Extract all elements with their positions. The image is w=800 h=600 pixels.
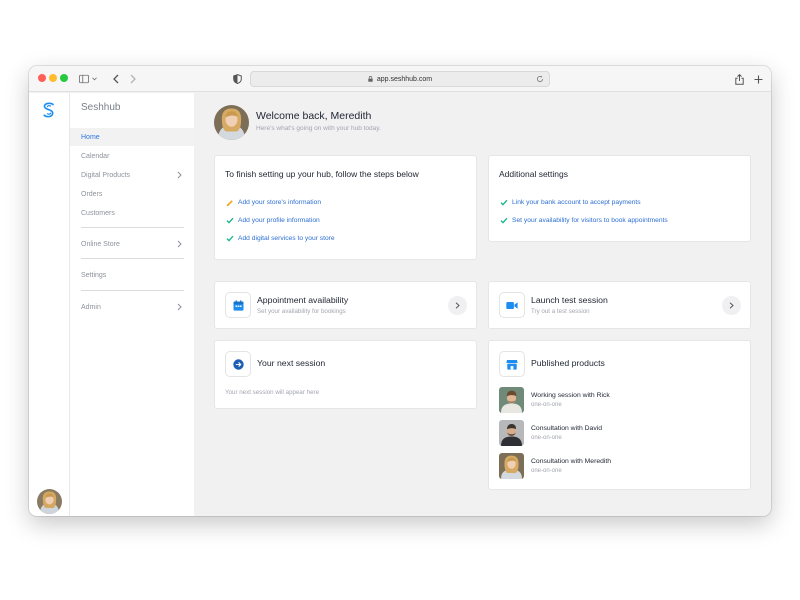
next-session-title: Your next session xyxy=(257,358,326,368)
chevron-right-icon xyxy=(729,302,734,309)
additional-card-title: Additional settings xyxy=(499,169,568,179)
chevron-right-icon xyxy=(455,302,460,309)
setup-step-profile-info[interactable]: Add your profile information xyxy=(225,216,320,225)
setup-step-digital-services[interactable]: Add digital services to your store xyxy=(225,234,335,243)
published-products-card: Published products Working session with … xyxy=(488,340,751,490)
close-window-button[interactable] xyxy=(38,74,46,82)
sidebar-item-digital-products[interactable]: Digital Products xyxy=(70,166,194,184)
setup-step-label: Add digital services to your store xyxy=(238,235,335,242)
browser-titlebar: app.seshhub.com xyxy=(29,66,771,92)
sidebar: Seshhub Home Calendar Digital Products O… xyxy=(70,93,194,516)
appointment-availability-card[interactable]: Appointment availability Set your availa… xyxy=(214,281,477,329)
sidebar-divider xyxy=(81,258,184,259)
setup-step-label: Add your profile information xyxy=(238,217,320,224)
sidebar-item-label: Home xyxy=(81,133,100,141)
product-thumbnail xyxy=(499,453,524,479)
appointment-open-button[interactable] xyxy=(448,296,467,315)
chevron-right-icon xyxy=(177,303,182,311)
launch-test-session-card[interactable]: Launch test session Try out a test sessi… xyxy=(488,281,751,329)
product-type: one-on-one xyxy=(531,468,562,474)
next-session-empty-text: Your next session will appear here xyxy=(225,389,320,396)
product-item[interactable]: Consultation with David one-on-one xyxy=(499,420,739,446)
address-bar[interactable]: app.seshhub.com xyxy=(250,71,550,87)
next-session-card: Your next session Your next session will… xyxy=(214,340,477,409)
page-title: Welcome back, Meredith xyxy=(256,110,372,122)
sidebar-item-admin[interactable]: Admin xyxy=(70,298,194,316)
lock-icon xyxy=(368,76,373,82)
product-thumbnail xyxy=(499,387,524,413)
product-item[interactable]: Working session with Rick one-on-one xyxy=(499,387,739,413)
setup-steps-card: To finish setting up your hub, follow th… xyxy=(214,155,477,260)
chevron-right-icon xyxy=(177,240,182,248)
check-icon xyxy=(499,198,508,207)
new-tab-icon[interactable] xyxy=(752,71,764,87)
setting-label: Link your bank account to accept payment… xyxy=(512,199,641,206)
product-name: Consultation with David xyxy=(531,425,603,432)
forward-arrow-icon[interactable] xyxy=(128,71,138,87)
sidebar-item-calendar[interactable]: Calendar xyxy=(70,147,194,165)
sidebar-item-home[interactable]: Home xyxy=(70,128,194,146)
calendar-icon xyxy=(225,292,251,318)
product-name: Working session with Rick xyxy=(531,392,610,399)
setup-step-label: Add your store's information xyxy=(238,199,322,206)
back-arrow-icon[interactable] xyxy=(111,71,121,87)
icon-rail xyxy=(29,93,70,516)
maximize-window-button[interactable] xyxy=(60,74,68,82)
product-item[interactable]: Consultation with Meredith one-on-one xyxy=(499,453,739,479)
page-subtitle: Here's what's going on with your hub tod… xyxy=(256,125,381,132)
sidebar-item-customers[interactable]: Customers xyxy=(70,204,194,222)
appointment-title: Appointment availability xyxy=(257,295,349,305)
check-icon xyxy=(225,216,234,225)
sidebar-item-label: Orders xyxy=(81,190,103,198)
product-type: one-on-one xyxy=(531,435,562,441)
sidebar-item-settings[interactable]: Settings xyxy=(70,266,194,284)
sidebar-item-label: Online Store xyxy=(81,240,120,248)
user-avatar[interactable] xyxy=(37,489,62,514)
sidebar-item-online-store[interactable]: Online Store xyxy=(70,235,194,253)
setup-step-store-info[interactable]: Add your store's information xyxy=(225,198,321,207)
sidebar-item-orders[interactable]: Orders xyxy=(70,185,194,203)
chevron-right-icon xyxy=(177,171,182,179)
check-icon xyxy=(225,234,234,243)
browser-window: app.seshhub.com Seshhub Home Calendar Di… xyxy=(29,66,771,516)
launch-subtitle: Try out a test session xyxy=(531,308,590,315)
sidebar-toggle-icon[interactable] xyxy=(79,71,97,87)
product-thumbnail xyxy=(499,420,524,446)
launch-open-button[interactable] xyxy=(722,296,741,315)
main-content: Welcome back, Meredith Here's what's goi… xyxy=(194,93,771,516)
sidebar-item-label: Customers xyxy=(81,209,115,217)
additional-settings-card: Additional settings Link your bank accou… xyxy=(488,155,751,242)
minimize-window-button[interactable] xyxy=(49,74,57,82)
sidebar-item-label: Admin xyxy=(81,303,101,311)
product-type: one-on-one xyxy=(531,402,562,408)
brand-name: Seshhub xyxy=(81,102,121,113)
reload-icon[interactable] xyxy=(536,75,544,83)
setting-availability[interactable]: Set your availability for visitors to bo… xyxy=(499,216,668,225)
video-icon xyxy=(499,292,525,318)
sidebar-item-label: Digital Products xyxy=(81,171,131,179)
pencil-icon xyxy=(225,198,234,207)
sidebar-divider xyxy=(81,290,184,291)
sidebar-item-label: Calendar xyxy=(81,152,110,160)
products-title: Published products xyxy=(531,358,605,368)
seshhub-logo-icon[interactable] xyxy=(42,102,56,123)
store-icon xyxy=(499,351,525,377)
check-icon xyxy=(499,216,508,225)
setup-card-title: To finish setting up your hub, follow th… xyxy=(225,169,419,179)
sidebar-item-label: Settings xyxy=(81,271,107,279)
sidebar-divider xyxy=(81,227,184,228)
setting-link-bank[interactable]: Link your bank account to accept payment… xyxy=(499,198,641,207)
arrow-right-circle-icon xyxy=(225,351,251,377)
share-icon[interactable] xyxy=(733,71,745,87)
url-text: app.seshhub.com xyxy=(376,75,433,83)
welcome-avatar xyxy=(214,105,249,140)
launch-title: Launch test session xyxy=(531,295,608,305)
setting-label: Set your availability for visitors to bo… xyxy=(512,217,668,224)
appointment-subtitle: Set your availability for bookings xyxy=(257,308,346,315)
shield-icon[interactable] xyxy=(232,71,242,87)
product-name: Consultation with Meredith xyxy=(531,458,612,465)
